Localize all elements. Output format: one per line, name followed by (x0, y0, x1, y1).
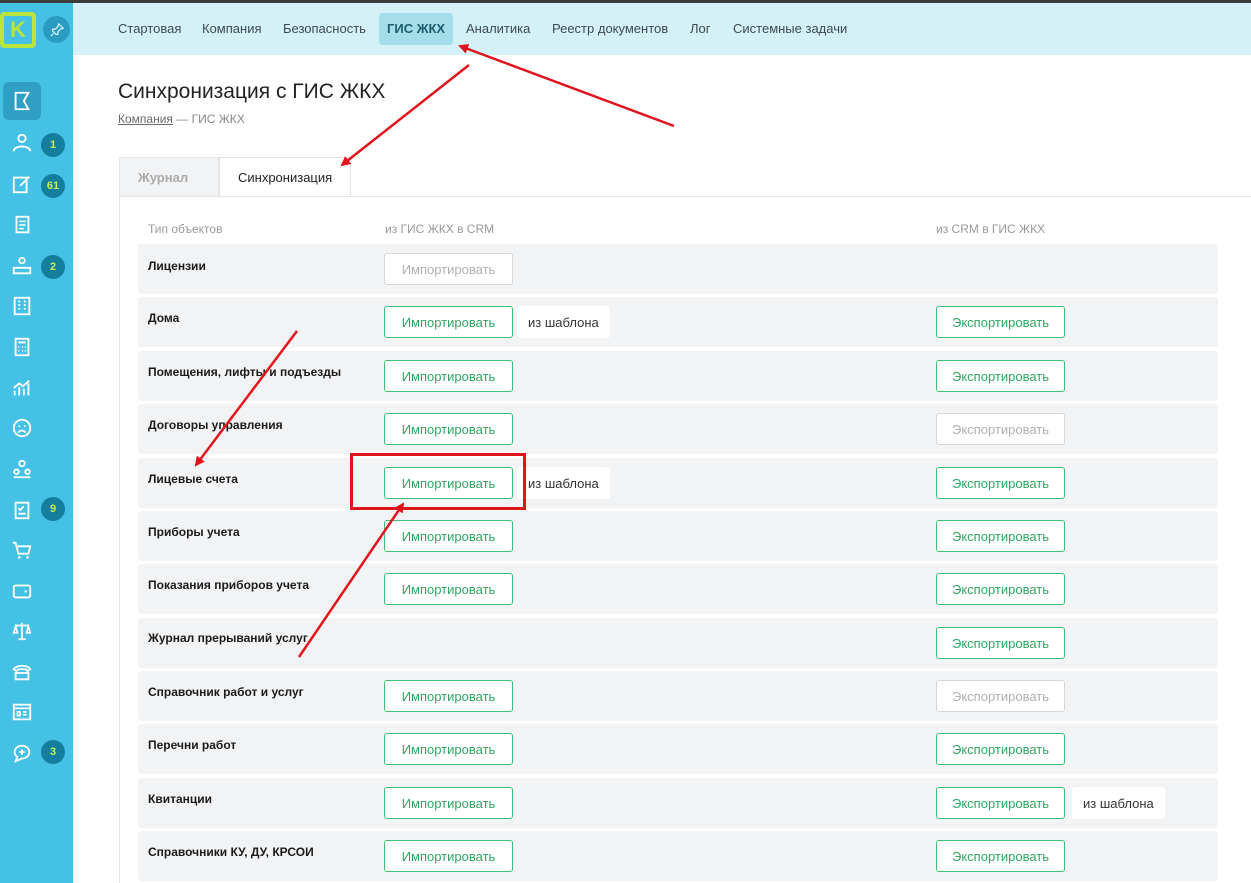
sad-face-icon[interactable] (3, 409, 41, 447)
import-button[interactable]: Импортировать (384, 520, 513, 552)
chat-add-icon[interactable] (3, 734, 41, 772)
top-navigation: Стартовая Компания Безопасность ГИС ЖКХ … (73, 3, 1251, 55)
from-template-button[interactable]: из шаблона (1072, 787, 1165, 819)
row-label: Лицевые счета (148, 472, 238, 486)
row-label: Квитанции (148, 792, 213, 806)
badge-chat: 3 (41, 740, 65, 764)
badge-edit: 61 (41, 174, 65, 198)
header-import: из ГИС ЖКХ в CRM (385, 222, 495, 236)
badge-checklist: 9 (41, 497, 65, 521)
nav-start[interactable]: Стартовая (110, 13, 189, 45)
header-export: из CRM в ГИС ЖКХ (936, 222, 1046, 236)
dashboard-icon[interactable] (3, 693, 41, 731)
import-button[interactable]: Импортировать (384, 413, 513, 445)
tab-sync[interactable]: Синхронизация (219, 157, 351, 197)
export-button[interactable]: Экспортировать (936, 413, 1065, 445)
nav-documents-registry[interactable]: Реестр документов (544, 13, 676, 45)
app-logo[interactable]: K (0, 12, 36, 48)
import-button[interactable]: Импортировать (384, 253, 513, 285)
import-button[interactable]: Импортировать (384, 573, 513, 605)
header-object-type: Тип объектов (148, 222, 223, 236)
analytics-icon[interactable] (3, 369, 41, 407)
nav-gis-zhkh[interactable]: ГИС ЖКХ (379, 13, 454, 45)
breadcrumb-current: ГИС ЖКХ (191, 112, 245, 126)
export-button[interactable]: Экспортировать (936, 627, 1065, 659)
sidebar: K 1 61 2 9 3 (0, 3, 73, 883)
checklist-icon[interactable] (3, 491, 41, 529)
users-icon[interactable] (3, 124, 41, 162)
table-row: Договоры управления Импортировать Экспор… (138, 404, 1218, 454)
calculator-icon[interactable] (3, 328, 41, 366)
from-template-button[interactable]: из шаблона (517, 467, 610, 499)
tab-journal[interactable]: Журнал ↻ (119, 157, 219, 225)
export-button[interactable]: Экспортировать (936, 680, 1065, 712)
wallet-icon[interactable] (3, 572, 41, 610)
breadcrumb-separator: — (172, 112, 192, 126)
table-row: Справочник работ и услуг Импортировать Э… (138, 671, 1218, 721)
annotation-highlight-box (350, 453, 526, 510)
row-label: Помещения, лифты и подъезды (148, 365, 342, 379)
breadcrumb-company-link[interactable]: Компания (118, 112, 173, 126)
export-button[interactable]: Экспортировать (936, 733, 1065, 765)
flag-icon[interactable] (3, 82, 41, 120)
nav-log[interactable]: Лог (682, 13, 719, 45)
export-button[interactable]: Экспортировать (936, 306, 1065, 338)
export-button[interactable]: Экспортировать (936, 467, 1065, 499)
from-template-button[interactable]: из шаблона (517, 306, 610, 338)
phone-icon[interactable] (3, 653, 41, 691)
badge-users: 1 (41, 133, 65, 157)
export-button[interactable]: Экспортировать (936, 520, 1065, 552)
breadcrumb: Компания — ГИС ЖКХ (118, 112, 245, 126)
nav-company[interactable]: Компания (194, 13, 270, 45)
documents-icon[interactable] (3, 206, 41, 244)
import-button[interactable]: Импортировать (384, 360, 513, 392)
pin-icon[interactable] (43, 16, 70, 43)
import-button[interactable]: Импортировать (384, 306, 513, 338)
reception-icon[interactable] (3, 247, 41, 285)
export-button[interactable]: Экспортировать (936, 573, 1065, 605)
edit-icon[interactable] (3, 165, 41, 203)
row-label: Справочник работ и услуг (148, 685, 304, 699)
table-row: Приборы учета Импортировать Экспортирова… (138, 511, 1218, 561)
page-title: Синхронизация с ГИС ЖКХ (118, 80, 386, 103)
table-row: Дома Импортировать из шаблона Экспортиро… (138, 297, 1218, 347)
export-button[interactable]: Экспортировать (936, 840, 1065, 872)
row-label: Показания приборов учета (148, 578, 309, 592)
row-label: Журнал прерываний услуг (148, 631, 308, 645)
row-label: Перечни работ (148, 738, 237, 752)
table-row: Помещения, лифты и подъезды Импортироват… (138, 351, 1218, 401)
import-button[interactable]: Импортировать (384, 680, 513, 712)
building-icon[interactable] (3, 287, 41, 325)
logo-letter: K (4, 16, 32, 44)
nav-system-tasks[interactable]: Системные задачи (725, 13, 855, 45)
table-row: Справочники КУ, ДУ, КРСОИ Импортировать … (138, 831, 1218, 881)
row-label: Справочники КУ, ДУ, КРСОИ (148, 845, 314, 859)
row-label: Лицензии (148, 259, 206, 273)
table-row: Лицевые счета Импортировать из шаблона Э… (138, 458, 1218, 508)
cart-icon[interactable] (3, 531, 41, 569)
nav-security[interactable]: Безопасность (275, 13, 374, 45)
import-button[interactable]: Импортировать (384, 787, 513, 819)
badge-reception: 2 (41, 255, 65, 279)
row-label: Дома (148, 311, 180, 325)
tab-journal-label: Журнал (138, 170, 189, 185)
table-row: Показания приборов учета Импортировать Э… (138, 564, 1218, 614)
row-label: Договоры управления (148, 418, 283, 432)
import-button[interactable]: Импортировать (384, 840, 513, 872)
row-label: Приборы учета (148, 525, 240, 539)
table-row: Журнал прерываний услуг Экспортировать (138, 618, 1218, 668)
table-row: Перечни работ Импортировать Экспортирова… (138, 724, 1218, 774)
nav-analytics[interactable]: Аналитика (458, 13, 538, 45)
import-button[interactable]: Импортировать (384, 733, 513, 765)
export-button[interactable]: Экспортировать (936, 360, 1065, 392)
table-row: Лицензии Импортировать (138, 244, 1218, 294)
scales-icon[interactable] (3, 612, 41, 650)
team-icon[interactable] (3, 450, 41, 488)
export-button[interactable]: Экспортировать (936, 787, 1065, 819)
table-row: Квитанции Импортировать Экспортировать и… (138, 778, 1218, 828)
